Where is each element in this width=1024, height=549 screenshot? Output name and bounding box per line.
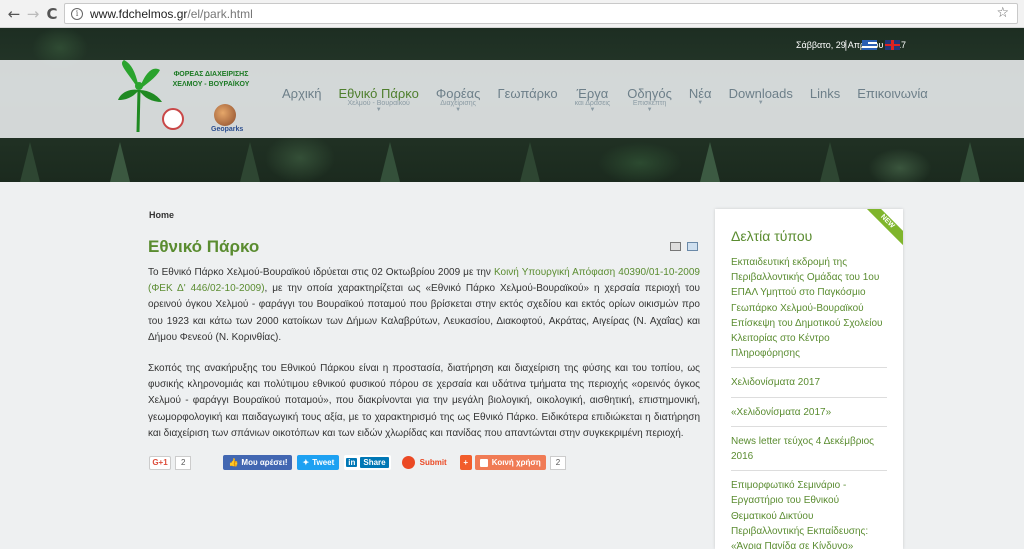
main-menu: Αρχική Εθνικό Πάρκο Χελμού - Βουραϊκού ▼ Φ… xyxy=(282,86,945,113)
menu-item-national-park[interactable]: Εθνικό Πάρκο Χελμού - Βουραϊκού ▼ xyxy=(339,86,419,113)
address-bar[interactable]: i www.fdchelmos.gr/el/park.html ☆ xyxy=(64,3,1018,24)
thumbs-up-icon: 👍 xyxy=(228,458,239,467)
share-count: 2 xyxy=(549,455,567,470)
menu-item-home[interactable]: Αρχική xyxy=(282,86,322,113)
article-paragraph: Το Εθνικό Πάρκο Χελμού-Βουραϊκού ιδρύετα… xyxy=(148,267,701,343)
menu-item-contact[interactable]: Επικοινωνία xyxy=(857,86,928,113)
facebook-like-button[interactable]: 👍 Μου αρέσει! xyxy=(223,455,293,470)
site-logo[interactable]: ΦΟΡΕΑΣ ΔΙΑΧΕΙΡΙΣΗΣ ΧΕΛΜΟΥ - ΒΟΥΡΑΪΚΟΥ Ge… xyxy=(116,60,256,138)
page-title: Εθνικό Πάρκο xyxy=(148,237,260,256)
logo-text: ΦΟΡΕΑΣ ΔΙΑΧΕΙΡΙΣΗΣ ΧΕΛΜΟΥ - ΒΟΥΡΑΪΚΟΥ xyxy=(172,71,250,88)
geoparks-label: Geoparks xyxy=(211,126,244,133)
chevron-down-icon: ▼ xyxy=(646,107,653,113)
press-releases-sidebar: NEW Δελτία τύπου Εκπαιδευτική εκδρομή τη… xyxy=(715,209,903,549)
browser-toolbar: ← → C i www.fdchelmos.gr/el/park.html ☆ xyxy=(0,0,1024,28)
email-icon[interactable] xyxy=(687,242,698,251)
site-header: Σάββατο, 29 Απριλίου 2017 | ΦΟΡΕΑΣ ΔΙΑΧΕ… xyxy=(0,28,1024,182)
list-item[interactable]: Εκπαιδευτική εκδρομή της Περιβαλλοντικής… xyxy=(731,255,887,369)
chevron-down-icon: ▼ xyxy=(375,107,382,113)
share-icon xyxy=(479,458,488,467)
english-flag-icon[interactable] xyxy=(885,40,900,50)
reload-icon[interactable]: C xyxy=(41,3,63,25)
chevron-down-icon: ▼ xyxy=(589,107,596,113)
new-ribbon: NEW xyxy=(863,209,903,249)
list-item[interactable]: News letter τεύχος 4 Δεκέμβριος 2016 xyxy=(731,434,887,472)
article-paragraph: Σκοπός της ανακήρυξης του Εθνικού Πάρκου… xyxy=(148,363,700,439)
menu-item-agency[interactable]: Φορέας Διαχείρισης ▼ xyxy=(436,86,481,113)
info-icon[interactable]: i xyxy=(71,7,83,20)
addthis-plus-button[interactable]: + xyxy=(459,455,472,470)
list-item[interactable]: Επιμορφωτικό Σεμινάριο - Εργαστήριο του … xyxy=(731,478,887,549)
separator: | xyxy=(844,38,848,51)
press-release-list: Εκπαιδευτική εκδρομή της Περιβαλλοντικής… xyxy=(731,255,887,549)
url-text: www.fdchelmos.gr/el/park.html xyxy=(90,6,253,21)
menu-item-news[interactable]: Νέα ▼ xyxy=(689,86,712,113)
partner-badge-icon xyxy=(162,108,184,130)
main-nav-band: ΦΟΡΕΑΣ ΔΙΑΧΕΙΡΙΣΗΣ ΧΕΛΜΟΥ - ΒΟΥΡΑΪΚΟΥ Ge… xyxy=(0,60,1024,138)
print-icon[interactable] xyxy=(670,242,681,251)
stumbleupon-submit-button[interactable]: Submit xyxy=(397,455,452,470)
stumbleupon-icon xyxy=(401,456,415,469)
addthis-share-button[interactable]: Κοινή χρήση xyxy=(474,455,546,470)
menu-item-downloads[interactable]: Downloads ▼ xyxy=(729,86,793,113)
linkedin-share-button[interactable]: in Share xyxy=(344,455,391,470)
sidebar-title: Δελτία τύπου xyxy=(731,228,813,244)
breadcrumb[interactable]: Home xyxy=(149,210,174,220)
article-body: Το Εθνικό Πάρκο Χελμού-Βουραϊκού ιδρύετα… xyxy=(148,265,700,457)
list-item[interactable]: «Χελιδονίσματα 2017» xyxy=(731,405,887,427)
linkedin-icon: in xyxy=(346,458,358,467)
menu-item-geopark[interactable]: Γεωπάρκο xyxy=(497,86,557,113)
greek-flag-icon[interactable] xyxy=(862,40,877,50)
menu-item-visitor-guide[interactable]: Οδηγός Επισκέπτη ▼ xyxy=(627,86,672,113)
list-item[interactable]: Χελιδονίσματα 2017 xyxy=(731,375,887,398)
chevron-down-icon: ▼ xyxy=(455,107,462,113)
twitter-bird-icon: ✦ xyxy=(302,458,310,467)
flower-logo-icon xyxy=(118,60,162,132)
share-bar: G+1 2 👍 Μου αρέσει! ✦ Tweet in Share Submit… xyxy=(149,455,567,470)
bookmark-star-icon[interactable]: ☆ xyxy=(996,5,1009,21)
twitter-tweet-button[interactable]: ✦ Tweet xyxy=(297,455,340,470)
geoparks-badge-icon xyxy=(214,104,236,126)
menu-item-links[interactable]: Links xyxy=(810,86,840,113)
google-plus-button[interactable]: G+1 xyxy=(149,455,171,470)
menu-item-projects[interactable]: Έργα και Δράσεις ▼ xyxy=(575,86,611,113)
google-plus-count: 2 xyxy=(175,455,192,470)
